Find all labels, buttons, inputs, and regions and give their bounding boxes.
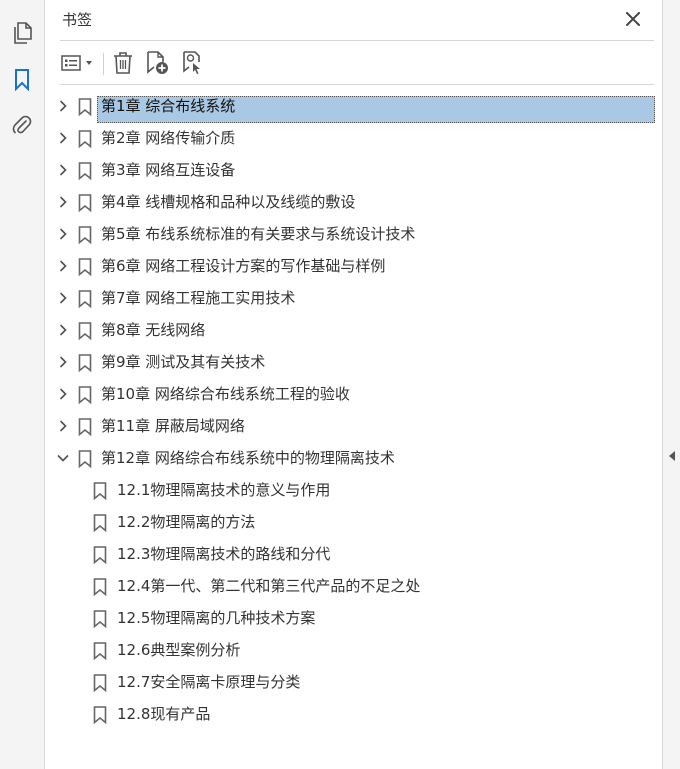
bookmark-label: 12.4第一代、第二代和第三代产品的不足之处	[117, 577, 421, 595]
chevron-right-icon[interactable]	[55, 194, 71, 210]
bookmark-label: 第9章 测试及其有关技术	[101, 353, 266, 371]
bookmark-item[interactable]: 12.8现有产品	[45, 700, 662, 728]
bookmark-icon	[78, 418, 92, 437]
toolbar-divider	[60, 84, 654, 85]
bookmark-icon	[78, 258, 92, 277]
chevron-right-icon[interactable]	[55, 258, 71, 274]
bookmark-label: 第6章 网络工程设计方案的写作基础与样例	[101, 257, 386, 275]
header-divider	[60, 40, 654, 41]
bookmark-item[interactable]: 第7章 网络工程施工实用技术	[45, 284, 662, 312]
bookmark-label: 第11章 屏蔽局域网络	[101, 417, 245, 435]
panel-header: 书签	[45, 0, 662, 40]
bookmark-icon	[93, 674, 107, 693]
bookmark-icon	[93, 642, 107, 661]
bookmark-item[interactable]: 第6章 网络工程设计方案的写作基础与样例	[45, 252, 662, 280]
bookmark-label: 第2章 网络传输介质	[101, 129, 236, 147]
bookmark-item[interactable]: 第2章 网络传输介质	[45, 124, 662, 152]
bookmark-label: 第5章 布线系统标准的有关要求与系统设计技术	[101, 225, 416, 243]
bookmark-item[interactable]: 12.3物理隔离技术的路线和分代	[45, 540, 662, 568]
options-menu-icon	[61, 55, 92, 71]
bookmark-label: 12.2物理隔离的方法	[117, 513, 256, 531]
bookmark-label: 第10章 网络综合布线系统工程的验收	[101, 385, 350, 403]
bookmark-label: 第1章 综合布线系统	[101, 97, 236, 115]
bookmark-label: 第12章 网络综合布线系统中的物理隔离技术	[101, 449, 395, 467]
close-panel-button[interactable]	[623, 9, 643, 29]
bookmark-label: 12.1物理隔离技术的意义与作用	[117, 481, 331, 499]
chevron-right-icon[interactable]	[55, 354, 71, 370]
bookmark-item[interactable]: 第3章 网络互连设备	[45, 156, 662, 184]
bookmark-item[interactable]: 第12章 网络综合布线系统中的物理隔离技术	[45, 444, 662, 472]
bookmark-item[interactable]: 第8章 无线网络	[45, 316, 662, 344]
delete-bookmark-button[interactable]	[109, 49, 137, 77]
bookmark-icon	[78, 322, 92, 341]
bookmark-icon	[78, 130, 92, 149]
bookmark-icon	[93, 514, 107, 533]
trash-icon	[114, 52, 132, 74]
collapse-pane-button[interactable]	[667, 448, 677, 464]
bookmark-label: 12.7安全隔离卡原理与分类	[117, 673, 301, 691]
chevron-right-icon[interactable]	[55, 130, 71, 146]
bookmark-label: 第7章 网络工程施工实用技术	[101, 289, 296, 307]
attachment-icon	[12, 115, 32, 134]
chevron-right-icon[interactable]	[55, 418, 71, 434]
bookmark-item[interactable]: 第5章 布线系统标准的有关要求与系统设计技术	[45, 220, 662, 248]
navigation-rail	[0, 0, 45, 769]
bookmark-icon	[93, 482, 107, 501]
chevron-right-icon[interactable]	[55, 98, 71, 114]
new-bookmark-button[interactable]	[143, 49, 171, 77]
new-bookmark-icon	[147, 51, 168, 74]
bookmark-icon	[78, 162, 92, 181]
chevron-right-icon[interactable]	[55, 162, 71, 178]
bookmark-label: 12.6典型案例分析	[117, 641, 241, 659]
right-rail	[662, 0, 680, 769]
bookmark-icon	[93, 706, 107, 725]
bookmark-item[interactable]: 第10章 网络综合布线系统工程的验收	[45, 380, 662, 408]
bookmark-item[interactable]: 第11章 屏蔽局域网络	[45, 412, 662, 440]
bookmark-item[interactable]: 12.7安全隔离卡原理与分类	[45, 668, 662, 696]
bookmark-item[interactable]: 第9章 测试及其有关技术	[45, 348, 662, 376]
bookmark-icon	[78, 194, 92, 213]
bookmark-label: 第3章 网络互连设备	[101, 161, 236, 179]
bookmark-from-selection-button[interactable]	[179, 49, 207, 77]
bookmark-item[interactable]: 第4章 线槽规格和品种以及线缆的敷设	[45, 188, 662, 216]
close-icon	[626, 12, 640, 26]
options-menu-button[interactable]	[59, 49, 97, 77]
chevron-right-icon[interactable]	[55, 322, 71, 338]
bookmark-toolbar	[45, 46, 662, 80]
bookmark-search-icon	[183, 51, 200, 74]
bookmark-icon	[78, 450, 92, 469]
bookmark-icon	[93, 546, 107, 565]
bookmark-label: 第4章 线槽规格和品种以及线缆的敷设	[101, 193, 356, 211]
bookmark-item[interactable]: 12.1物理隔离技术的意义与作用	[45, 476, 662, 504]
bookmark-icon	[78, 354, 92, 373]
bookmark-item[interactable]: 12.6典型案例分析	[45, 636, 662, 664]
bookmarks-button[interactable]	[9, 67, 35, 93]
attachments-button[interactable]	[9, 112, 35, 138]
bookmark-icon	[15, 69, 29, 91]
bookmark-label: 第8章 无线网络	[101, 321, 206, 339]
panel-title: 书签	[62, 11, 93, 29]
chevron-right-icon[interactable]	[55, 386, 71, 402]
pages-button[interactable]	[9, 20, 35, 46]
bookmark-item[interactable]: 12.2物理隔离的方法	[45, 508, 662, 536]
bookmark-icon	[93, 610, 107, 629]
bookmark-item[interactable]: 12.4第一代、第二代和第三代产品的不足之处	[45, 572, 662, 600]
bookmark-icon	[93, 578, 107, 597]
toolbar-separator	[103, 53, 104, 75]
bookmark-label: 12.5物理隔离的几种技术方案	[117, 609, 316, 627]
bookmark-item[interactable]: 第1章 综合布线系统	[45, 92, 662, 123]
bookmark-item[interactable]: 12.5物理隔离的几种技术方案	[45, 604, 662, 632]
bookmark-label: 12.3物理隔离技术的路线和分代	[117, 545, 331, 563]
chevron-right-icon[interactable]	[55, 226, 71, 242]
chevron-right-icon[interactable]	[55, 290, 71, 306]
pages-icon	[14, 22, 32, 44]
bookmark-icon	[78, 290, 92, 309]
bookmark-icon	[78, 226, 92, 245]
chevron-down-icon[interactable]	[55, 450, 71, 466]
caret-left-icon	[669, 451, 675, 461]
bookmark-label: 12.8现有产品	[117, 705, 211, 723]
bookmark-icon	[78, 98, 92, 117]
bookmark-icon	[78, 386, 92, 405]
bookmarks-panel: 书签 第1章 综合布线系统 第2章 网络传输介质 第3章 网络互连设备 第4章 …	[45, 0, 662, 769]
